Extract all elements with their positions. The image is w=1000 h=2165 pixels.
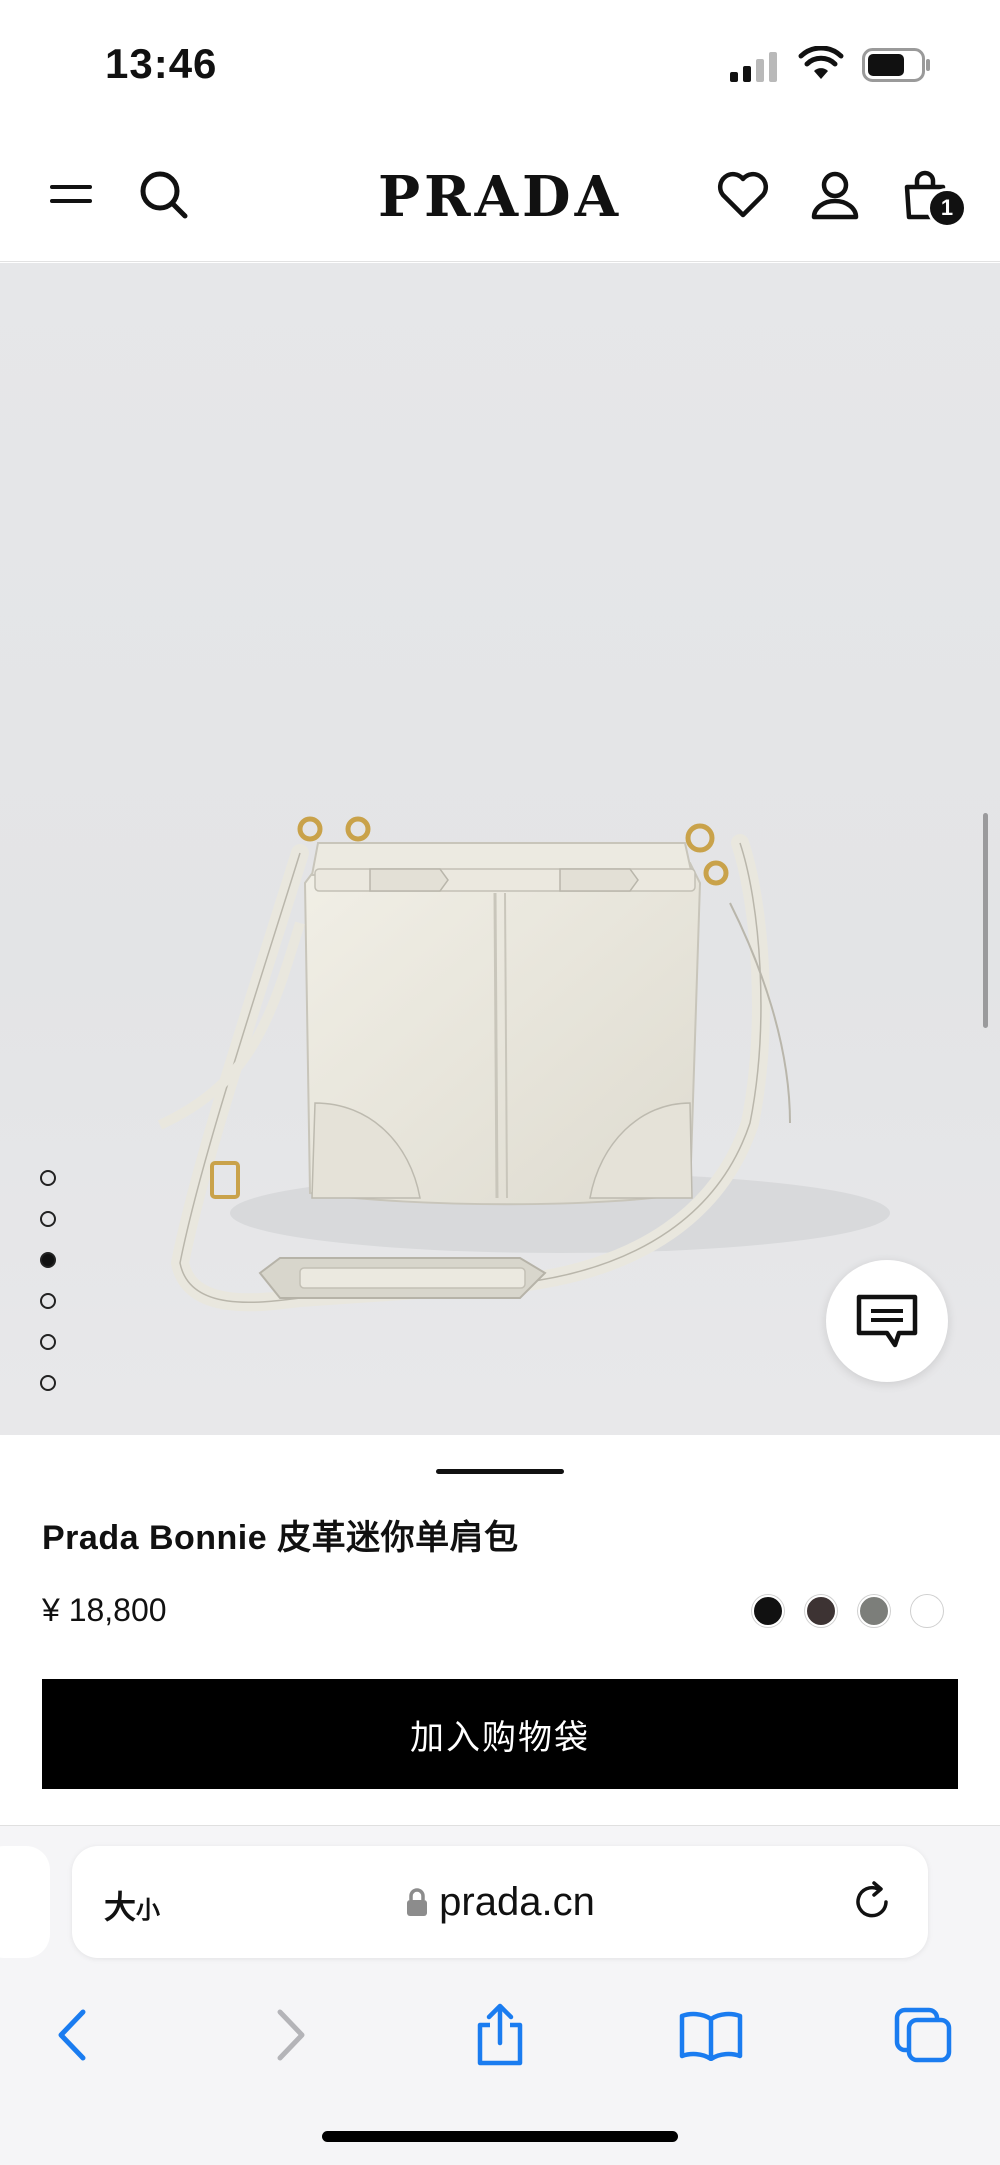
home-indicator — [322, 2131, 678, 2142]
gallery-pagination — [40, 1170, 60, 1416]
product-price: ¥ 18,800 — [42, 1592, 167, 1628]
scroll-indicator[interactable] — [983, 813, 988, 1028]
previous-tab-preview[interactable] — [0, 1846, 50, 1958]
add-to-bag-button[interactable]: 加入购物袋 — [42, 1679, 958, 1789]
chevron-left-icon[interactable] — [38, 2000, 108, 2070]
product-image[interactable] — [0, 263, 1000, 1435]
gallery-dot[interactable] — [40, 1334, 56, 1350]
book-icon[interactable] — [676, 2000, 746, 2070]
product-title: Prada Bonnie 皮革迷你单肩包 — [42, 1519, 519, 1557]
search-icon[interactable] — [134, 165, 194, 225]
gallery-dot-active[interactable] — [40, 1252, 56, 1268]
chat-button[interactable] — [826, 1260, 948, 1382]
gallery-dot[interactable] — [40, 1170, 56, 1186]
heart-icon[interactable] — [713, 165, 773, 225]
status-time: 13:46 — [105, 40, 218, 87]
address-bar[interactable]: 大小 prada.cn — [72, 1846, 928, 1958]
chat-icon — [856, 1294, 918, 1348]
user-icon[interactable] — [805, 165, 865, 225]
url-text: prada.cn — [439, 1879, 595, 1924]
cart-count-badge: 1 — [927, 188, 967, 228]
wifi-icon — [798, 46, 844, 79]
gallery-dot[interactable] — [40, 1293, 56, 1309]
reload-icon[interactable] — [848, 1878, 896, 1926]
tabs-icon[interactable] — [888, 2000, 958, 2070]
sheet-handle[interactable] — [436, 1469, 564, 1474]
battery-icon — [862, 48, 930, 82]
color-swatch[interactable] — [911, 1595, 943, 1627]
color-swatch[interactable] — [858, 1595, 890, 1627]
color-swatch[interactable] — [752, 1595, 784, 1627]
brand-logo[interactable]: PRADA — [368, 157, 632, 237]
gallery-dot[interactable] — [40, 1375, 56, 1391]
product-bag-image — [157, 816, 890, 1312]
gallery-dot[interactable] — [40, 1211, 56, 1227]
cellular-signal-icon — [730, 52, 777, 82]
browser-toolbar — [0, 1986, 1000, 2106]
menu-icon[interactable] — [42, 165, 102, 225]
lock-icon — [407, 1888, 428, 1916]
color-swatch[interactable] — [805, 1595, 837, 1627]
share-icon[interactable] — [465, 2000, 535, 2070]
chevron-right-icon[interactable] — [255, 2000, 325, 2070]
color-swatches — [752, 1595, 943, 1627]
browser-bottom-bar: 大小 prada.cn — [0, 1825, 1000, 2165]
site-header: PRADA — [0, 135, 1000, 262]
status-bar: 13:46 — [0, 0, 1000, 135]
